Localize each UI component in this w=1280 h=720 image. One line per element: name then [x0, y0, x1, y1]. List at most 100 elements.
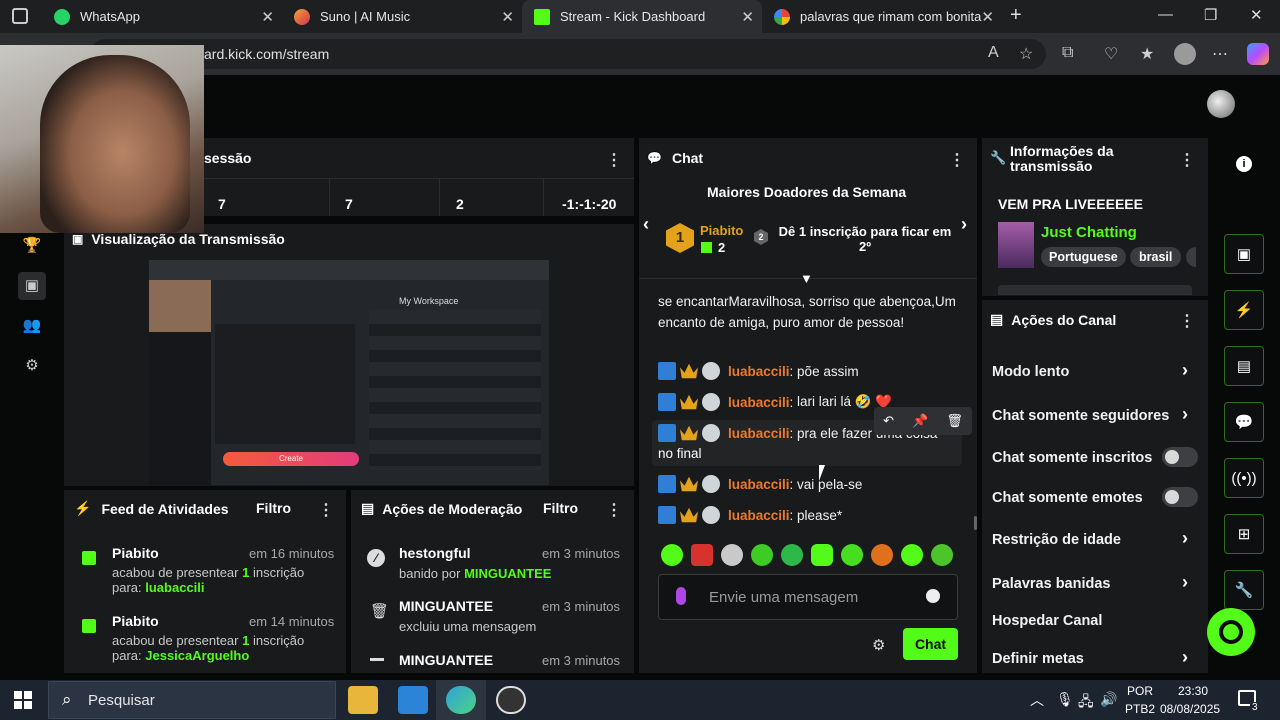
stream-info-menu-icon[interactable]: ⋮	[1179, 150, 1195, 170]
emote-icon[interactable]	[691, 544, 713, 566]
read-aloud-icon[interactable]: A	[988, 44, 999, 62]
emotes-only-toggle[interactable]	[1162, 487, 1198, 507]
reply-icon[interactable]: ↶	[883, 413, 894, 429]
chevron-right-icon[interactable]: ›	[1182, 528, 1188, 549]
emote-icon[interactable]	[751, 544, 773, 566]
category-name[interactable]: Just Chatting	[1041, 224, 1137, 241]
microphone-icon[interactable]	[676, 587, 686, 605]
tab-whatsapp[interactable]: WhatsApp ✕	[42, 0, 282, 33]
tab-google[interactable]: palavras que rimam com bonita - ✕	[762, 0, 1002, 33]
volume-icon[interactable]: 🔊	[1100, 691, 1117, 708]
windows-start-icon[interactable]	[14, 691, 32, 709]
feed-user[interactable]: Piabito	[112, 545, 159, 561]
close-icon[interactable]: ✕	[981, 8, 994, 26]
chat-username[interactable]: luabaccili	[728, 477, 790, 492]
mod-user[interactable]: hestongful	[399, 545, 471, 561]
keyboard-layout[interactable]: PTB2	[1125, 702, 1155, 716]
moderation-toggle-icon[interactable]: ▤	[1224, 346, 1264, 386]
session-toggle-icon[interactable]: ⊞	[1224, 514, 1264, 554]
chevron-left-icon[interactable]: ‹	[643, 214, 649, 235]
tray-chevron-icon[interactable]: ︿	[1030, 690, 1044, 710]
chat-toggle-icon[interactable]: 💬	[1224, 402, 1264, 442]
chat-settings-icon[interactable]: ⚙	[872, 636, 885, 654]
emote-icon[interactable]	[721, 544, 743, 566]
more-menu-icon[interactable]: ⋯	[1212, 44, 1228, 64]
close-icon[interactable]: ✕	[741, 8, 754, 26]
chevron-right-icon[interactable]: ›	[1182, 360, 1188, 381]
session-menu-icon[interactable]: ⋮	[606, 150, 622, 170]
trophy-icon[interactable]: 🏆	[18, 232, 46, 260]
chat-message[interactable]: luabaccili: põe assim	[658, 362, 859, 380]
wrench-toggle-icon[interactable]: 🔧	[1224, 570, 1264, 610]
extensions-icon[interactable]: ⧉	[1062, 44, 1073, 62]
chat-menu-icon[interactable]: ⋮	[949, 150, 965, 170]
moderation-menu-icon[interactable]: ⋮	[606, 500, 622, 520]
copilot-icon[interactable]	[1247, 43, 1269, 65]
mod-user[interactable]: MINGUANTEE	[399, 652, 493, 668]
tag-chip[interactable]: brasil	[1130, 247, 1182, 267]
mod-user[interactable]: MINGUANTEE	[399, 598, 493, 614]
emote-icon[interactable]	[931, 544, 953, 566]
tab-suno[interactable]: Suno | AI Music ✕	[282, 0, 522, 33]
users-icon[interactable]: 👥	[18, 312, 46, 340]
stream-icon[interactable]: ▣	[18, 272, 46, 300]
new-tab-button[interactable]: +	[1010, 4, 1022, 27]
channel-actions-menu-icon[interactable]: ⋮	[1179, 311, 1195, 331]
microphone-tray-icon[interactable]: 🎙	[1056, 691, 1074, 708]
action-age-restriction[interactable]: Restrição de idade	[992, 532, 1121, 548]
favorites-icon[interactable]: ★	[1140, 44, 1154, 64]
chat-username[interactable]: luabaccili	[728, 364, 790, 379]
profile-avatar[interactable]	[1174, 43, 1196, 65]
browser-essentials-icon[interactable]: ♡	[1104, 44, 1118, 64]
maximize-button[interactable]: ❐	[1204, 6, 1217, 24]
file-explorer-icon[interactable]	[348, 686, 378, 714]
delete-icon[interactable]: 🗑	[946, 413, 963, 429]
chevron-right-icon[interactable]: ›	[1182, 404, 1188, 425]
emote-icon[interactable]	[841, 544, 863, 566]
moderation-filter-button[interactable]: Filtro	[543, 500, 578, 516]
broadcast-toggle-icon[interactable]: ((•))	[1224, 458, 1264, 498]
chat-scrollbar[interactable]	[974, 516, 977, 530]
subscribers-only-toggle[interactable]	[1162, 447, 1198, 467]
chat-message[interactable]: luabaccili: please*	[658, 506, 842, 524]
chat-input[interactable]: Envie uma mensagem	[709, 589, 858, 606]
tag-chip[interactable]: Portuguese	[1041, 247, 1126, 267]
pin-icon[interactable]: 📌	[912, 413, 928, 429]
tab-actions-icon[interactable]	[12, 8, 28, 24]
action-host-channel[interactable]: Hospedar Canal	[992, 613, 1102, 629]
user-avatar[interactable]	[1207, 90, 1235, 118]
mod-by[interactable]: MINGUANTEE	[464, 566, 551, 581]
chevron-right-icon[interactable]: ›	[1182, 647, 1188, 668]
emote-icon[interactable]	[901, 544, 923, 566]
action-banned-words[interactable]: Palavras banidas	[992, 576, 1111, 592]
activity-menu-icon[interactable]: ⋮	[318, 500, 334, 520]
feed-user[interactable]: Piabito	[112, 613, 159, 629]
clock-time[interactable]: 23:30	[1178, 684, 1208, 698]
close-icon[interactable]: ✕	[261, 8, 274, 26]
feed-recipient-name[interactable]: luabaccili	[145, 580, 204, 595]
bolt-toggle-icon[interactable]: ⚡	[1224, 290, 1264, 330]
donor-name[interactable]: Piabito	[700, 223, 743, 238]
obs-icon[interactable]	[496, 686, 526, 714]
chevron-right-icon[interactable]: ›	[961, 214, 967, 235]
activity-filter-button[interactable]: Filtro	[256, 500, 291, 516]
chevron-right-icon[interactable]: ›	[1182, 572, 1188, 593]
url-text[interactable]: ard.kick.com/stream	[204, 46, 329, 62]
chat-message[interactable]: luabaccili: lari lari lá 🤣 ❤️	[658, 393, 892, 411]
emote-icon[interactable]	[661, 544, 683, 566]
category-thumbnail[interactable]	[998, 222, 1034, 268]
edit-button-partial[interactable]	[998, 285, 1192, 295]
chat-username[interactable]: luabaccili	[728, 426, 790, 441]
close-window-button[interactable]: ✕	[1250, 6, 1263, 24]
action-slow-mode[interactable]: Modo lento	[992, 364, 1069, 380]
close-icon[interactable]: ✕	[501, 8, 514, 26]
emote-icon[interactable]	[781, 544, 803, 566]
gear-icon[interactable]: ⚙	[18, 352, 46, 380]
clock-date[interactable]: 08/08/2025	[1160, 702, 1220, 716]
chat-username[interactable]: luabaccili	[728, 395, 790, 410]
store-icon[interactable]	[398, 686, 428, 714]
chat-username[interactable]: luabaccili	[728, 508, 790, 523]
emote-icon[interactable]	[871, 544, 893, 566]
chat-send-button[interactable]: Chat	[903, 628, 958, 660]
emote-icon[interactable]	[811, 544, 833, 566]
